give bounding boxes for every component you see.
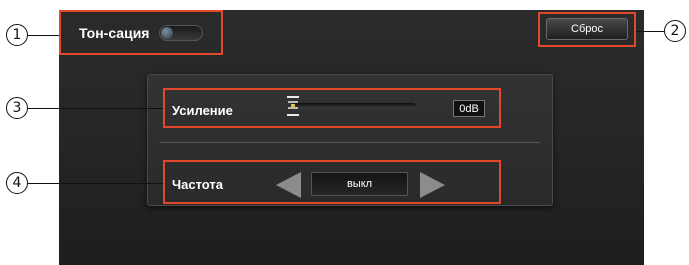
callout-1: 1 [6,24,28,46]
highlight-box-1 [59,10,223,55]
callout-2-leader [636,31,664,32]
callout-1-leader [28,35,59,36]
highlight-box-3 [163,88,501,128]
panel-divider [160,142,540,143]
highlight-box-2 [538,12,636,47]
callout-2: 2 [664,20,686,42]
callout-4-leader [28,183,163,184]
callout-4: 4 [6,172,28,194]
callout-3-leader [28,108,163,109]
callout-3: 3 [6,97,28,119]
highlight-box-4 [163,160,501,204]
